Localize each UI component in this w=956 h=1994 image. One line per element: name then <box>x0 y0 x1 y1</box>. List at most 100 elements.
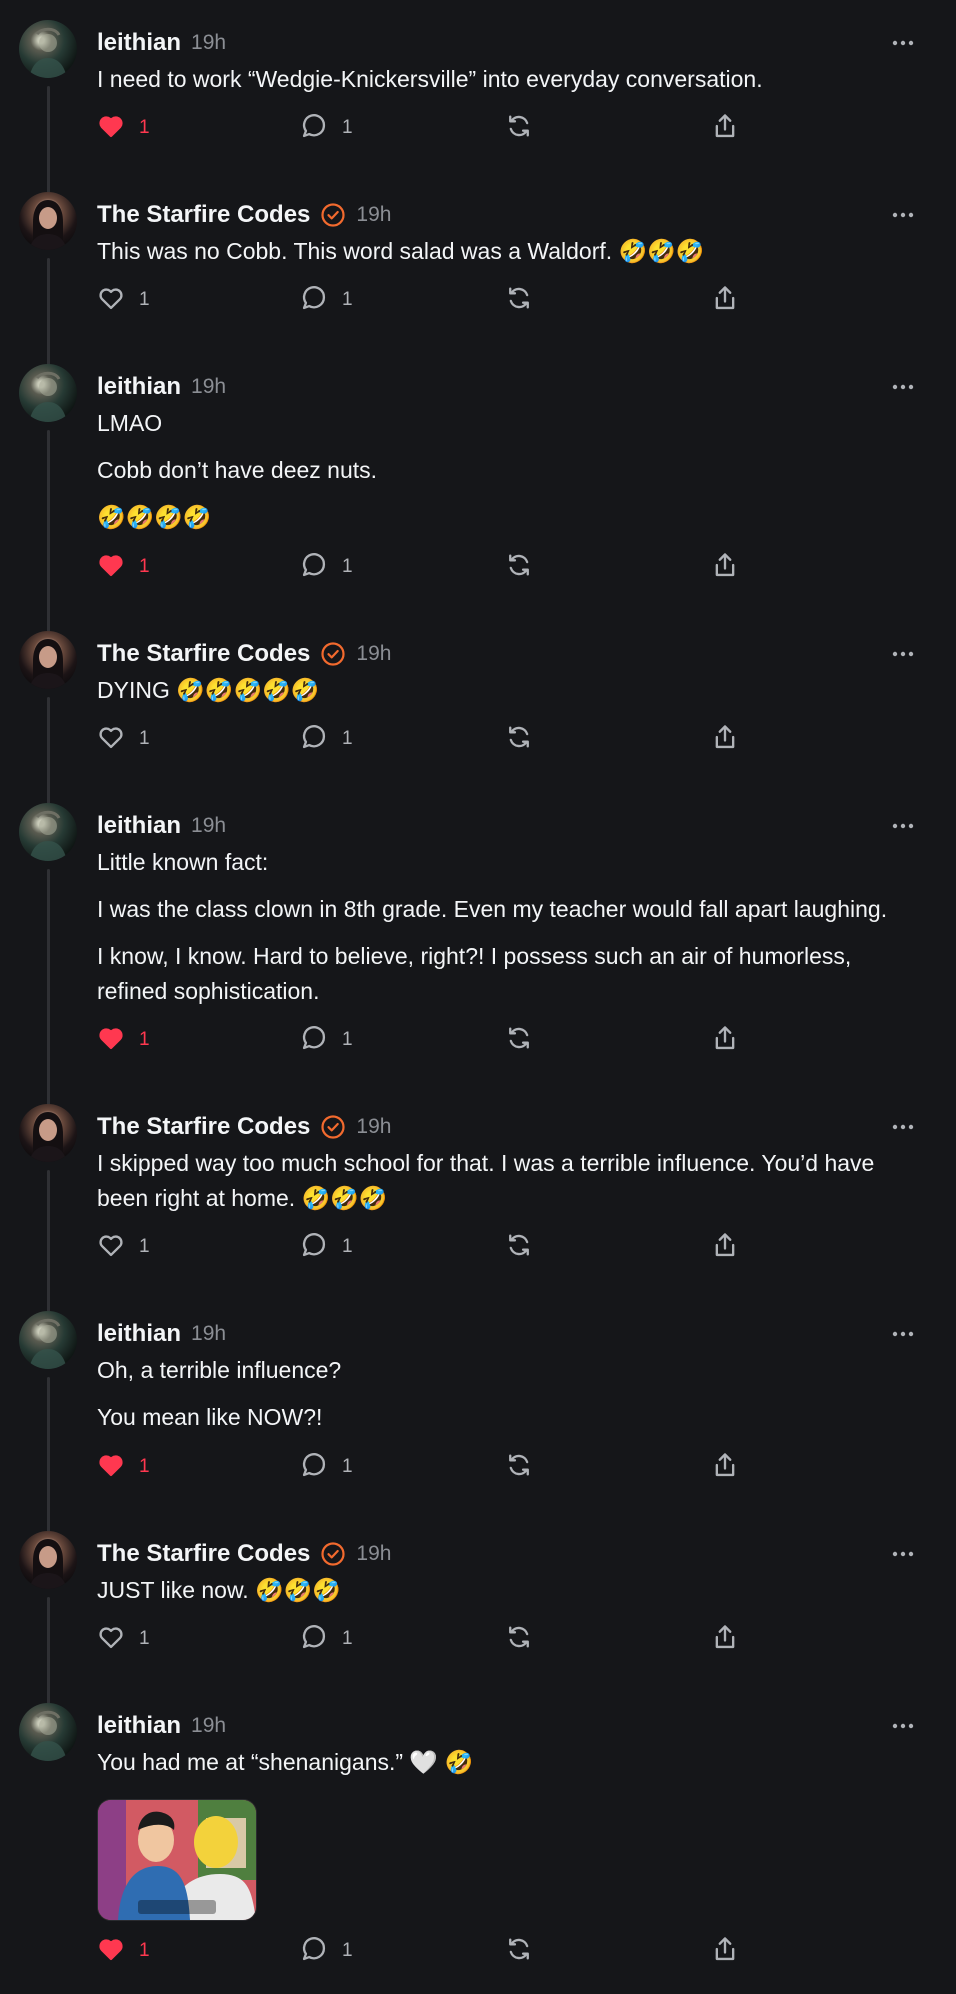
repost-icon <box>505 1935 533 1968</box>
reply-count: 1 <box>342 289 353 310</box>
timestamp[interactable]: 19h <box>191 1714 226 1738</box>
more-horizontal-icon[interactable] <box>886 1110 920 1144</box>
share-button[interactable] <box>711 1934 739 1968</box>
reply-count: 1 <box>342 117 353 138</box>
avatar[interactable] <box>19 1531 77 1589</box>
more-horizontal-icon[interactable] <box>886 1709 920 1743</box>
avatar[interactable] <box>19 1703 77 1761</box>
thread-connector-line <box>47 869 50 1105</box>
reply-button[interactable]: 1 <box>300 1450 353 1484</box>
username[interactable]: The Starfire Codes <box>97 201 310 229</box>
post-actions: 11 <box>97 283 797 317</box>
reply-button[interactable]: 1 <box>300 1230 353 1264</box>
post-paragraph: I know, I know. Hard to believe, right?!… <box>97 943 852 1004</box>
avatar[interactable] <box>19 20 77 78</box>
more-horizontal-icon[interactable] <box>886 370 920 404</box>
username[interactable]: The Starfire Codes <box>97 1113 310 1141</box>
reply-button[interactable]: 1 <box>300 1934 353 1968</box>
heart-icon <box>97 551 125 584</box>
post-paragraph: JUST like now. 🤣🤣🤣 <box>97 1577 341 1603</box>
like-count: 1 <box>139 556 150 577</box>
more-horizontal-icon[interactable] <box>886 198 920 232</box>
more-horizontal-icon[interactable] <box>886 26 920 60</box>
comment-bubble-icon <box>300 1451 328 1484</box>
reply-button[interactable]: 1 <box>300 550 353 584</box>
avatar[interactable] <box>19 364 77 422</box>
share-button[interactable] <box>711 283 739 317</box>
more-horizontal-icon[interactable] <box>886 1317 920 1351</box>
thread-post: leithian 19h Oh, a terrible influence? You … <box>0 1291 956 1542</box>
reply-button[interactable]: 1 <box>300 1023 353 1057</box>
repost-button[interactable] <box>505 111 533 145</box>
username[interactable]: leithian <box>97 1712 181 1740</box>
like-button[interactable]: 1 <box>97 1622 150 1656</box>
repost-button[interactable] <box>505 550 533 584</box>
timestamp[interactable]: 19h <box>356 1115 391 1139</box>
username[interactable]: leithian <box>97 373 181 401</box>
like-button[interactable]: 1 <box>97 1023 150 1057</box>
more-horizontal-icon[interactable] <box>886 809 920 843</box>
repost-button[interactable] <box>505 722 533 756</box>
share-button[interactable] <box>711 550 739 584</box>
repost-button[interactable] <box>505 1934 533 1968</box>
avatar[interactable] <box>19 192 77 250</box>
reply-button[interactable]: 1 <box>300 1622 353 1656</box>
like-button[interactable]: 1 <box>97 111 150 145</box>
share-icon <box>711 1623 739 1656</box>
post-paragraph: I skipped way too much school for that. … <box>97 1150 875 1211</box>
avatar[interactable] <box>19 1104 77 1162</box>
reply-button[interactable]: 1 <box>300 111 353 145</box>
repost-button[interactable] <box>505 1622 533 1656</box>
comment-bubble-icon <box>300 1024 328 1057</box>
like-button[interactable]: 1 <box>97 1450 150 1484</box>
username[interactable]: leithian <box>97 29 181 57</box>
timestamp[interactable]: 19h <box>356 1542 391 1566</box>
post-actions: 11 <box>97 1622 797 1656</box>
like-button[interactable]: 1 <box>97 1230 150 1264</box>
more-horizontal-icon[interactable] <box>886 1537 920 1571</box>
post-actions: 11 <box>97 1934 797 1968</box>
timestamp[interactable]: 19h <box>191 375 226 399</box>
reply-button[interactable]: 1 <box>300 722 353 756</box>
avatar[interactable] <box>19 631 77 689</box>
username[interactable]: The Starfire Codes <box>97 1540 310 1568</box>
share-button[interactable] <box>711 1450 739 1484</box>
share-button[interactable] <box>711 111 739 145</box>
post-paragraph: Little known fact: <box>97 849 269 875</box>
share-button[interactable] <box>711 1622 739 1656</box>
username[interactable]: leithian <box>97 812 181 840</box>
thread-connector-line <box>47 1377 50 1532</box>
avatar[interactable] <box>19 1311 77 1369</box>
comment-bubble-icon <box>300 284 328 317</box>
repost-icon <box>505 1231 533 1264</box>
post-image[interactable] <box>97 1799 257 1921</box>
like-button[interactable]: 1 <box>97 1934 150 1968</box>
share-button[interactable] <box>711 1023 739 1057</box>
heart-icon <box>97 1231 125 1264</box>
like-button[interactable]: 1 <box>97 550 150 584</box>
heart-icon <box>97 1451 125 1484</box>
heart-icon <box>97 723 125 756</box>
verified-badge-icon <box>320 1114 346 1140</box>
repost-button[interactable] <box>505 1450 533 1484</box>
timestamp[interactable]: 19h <box>191 814 226 838</box>
like-count: 1 <box>139 1940 150 1961</box>
username[interactable]: The Starfire Codes <box>97 640 310 668</box>
share-button[interactable] <box>711 1230 739 1264</box>
post-text: You had me at “shenanigans.” 🤍 🤣 <box>97 1745 917 1792</box>
avatar[interactable] <box>19 803 77 861</box>
repost-button[interactable] <box>505 1230 533 1264</box>
repost-button[interactable] <box>505 283 533 317</box>
username[interactable]: leithian <box>97 1320 181 1348</box>
like-button[interactable]: 1 <box>97 722 150 756</box>
share-icon <box>711 723 739 756</box>
timestamp[interactable]: 19h <box>356 642 391 666</box>
repost-button[interactable] <box>505 1023 533 1057</box>
reply-button[interactable]: 1 <box>300 283 353 317</box>
timestamp[interactable]: 19h <box>356 203 391 227</box>
like-button[interactable]: 1 <box>97 283 150 317</box>
share-button[interactable] <box>711 722 739 756</box>
more-horizontal-icon[interactable] <box>886 637 920 671</box>
timestamp[interactable]: 19h <box>191 1322 226 1346</box>
timestamp[interactable]: 19h <box>191 31 226 55</box>
